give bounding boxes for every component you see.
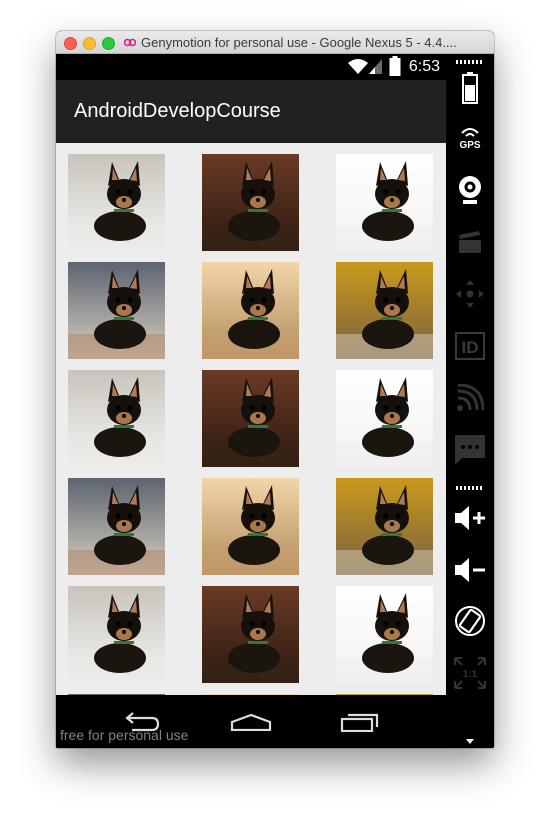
gallery-thumbnail[interactable] [202,370,299,467]
zoom-window-button[interactable] [102,37,115,50]
dog-photo [336,262,433,359]
dog-photo [336,478,433,575]
dpad-icon [456,280,484,308]
pixel-perfect-button[interactable]: 1:1 [446,653,494,693]
battery-icon [389,56,401,76]
action-bar: AndroidDevelopCourse [56,80,446,143]
app-title: AndroidDevelopCourse [74,100,281,122]
gallery-thumbnail[interactable] [336,586,433,683]
gallery-thumbnail[interactable] [68,262,165,359]
battery-icon [462,72,478,104]
gallery-thumbnail[interactable] [68,370,165,467]
dog-photo [68,586,165,683]
volume-down-button[interactable] [446,550,494,590]
personal-use-watermark: free for personal use [60,727,189,743]
volume-up-icon [455,506,485,530]
dog-photo [202,262,299,359]
gallery-thumbnail[interactable] [68,586,165,683]
dog-photo [68,370,165,467]
gallery-thumbnail[interactable] [336,370,433,467]
toolbar-separator [456,60,484,64]
gallery-thumbnail[interactable] [202,262,299,359]
pixel-perfect-icon: 1:1 [454,657,486,689]
toolbar-separator [456,486,484,490]
gallery-thumbnail[interactable] [336,478,433,575]
dog-photo [68,262,165,359]
toolbar-scroll-down-icon[interactable] [466,739,474,744]
navigation-bar: free for personal use [56,695,446,748]
dog-photo [68,154,165,251]
dog-photo [336,370,433,467]
network-widget-button[interactable] [446,378,494,418]
rotate-device-button[interactable] [446,601,494,641]
dog-photo [202,586,299,683]
wifi-icon [348,59,368,74]
network-icon [457,384,484,411]
recents-icon[interactable] [340,712,380,732]
emulator-window: Genymotion for personal use - Google Nex… [56,31,494,748]
android-id-icon: ID [455,332,485,360]
pixel-perfect-label: 1:1 [463,669,478,680]
id-label: ID [462,338,479,357]
volume-up-button[interactable] [446,498,494,538]
minimize-window-button[interactable] [83,37,96,50]
gallery-thumbnail[interactable] [202,154,299,251]
gallery-thumbnail[interactable] [202,478,299,575]
android-screen[interactable]: 6:53 AndroidDevelopCourse free for perso… [56,54,446,748]
dog-photo [68,478,165,575]
gallery-thumbnail[interactable] [336,154,433,251]
close-window-button[interactable] [64,37,77,50]
dpad-widget-button[interactable] [446,274,494,314]
home-icon[interactable] [230,713,272,731]
dog-photo [202,478,299,575]
gallery-thumbnail[interactable] [68,154,165,251]
rotate-icon [455,606,485,636]
dog-photo [202,370,299,467]
window-titlebar: Genymotion for personal use - Google Nex… [56,31,494,54]
dog-photo [336,154,433,251]
gallery-thumbnail[interactable] [202,586,299,683]
screencast-icon [459,231,481,253]
webcam-icon [459,176,481,204]
signal-icon [369,59,382,74]
gallery-thumbnail[interactable] [68,478,165,575]
gps-icon [461,128,479,137]
status-clock: 6:53 [408,58,440,75]
screencast-widget-button[interactable] [446,222,494,262]
genymotion-toolbar: GPS ID 1:1 [446,54,494,748]
android-id-widget-button[interactable]: ID [446,326,494,366]
genymotion-logo-icon [124,38,136,47]
dog-photo [202,154,299,251]
gps-label: GPS [459,140,481,151]
gps-widget-button[interactable]: GPS [446,118,494,158]
sms-icon [455,435,485,465]
webcam-widget-button[interactable] [446,170,494,210]
dog-photo [336,586,433,683]
sms-widget-button[interactable] [446,430,494,470]
volume-down-icon [455,558,485,582]
window-title: Genymotion for personal use - Google Nex… [141,35,457,50]
battery-widget-button[interactable] [446,68,494,108]
gallery-thumbnail[interactable] [336,262,433,359]
status-bar: 6:53 [56,54,446,80]
photo-grid[interactable] [56,143,446,695]
